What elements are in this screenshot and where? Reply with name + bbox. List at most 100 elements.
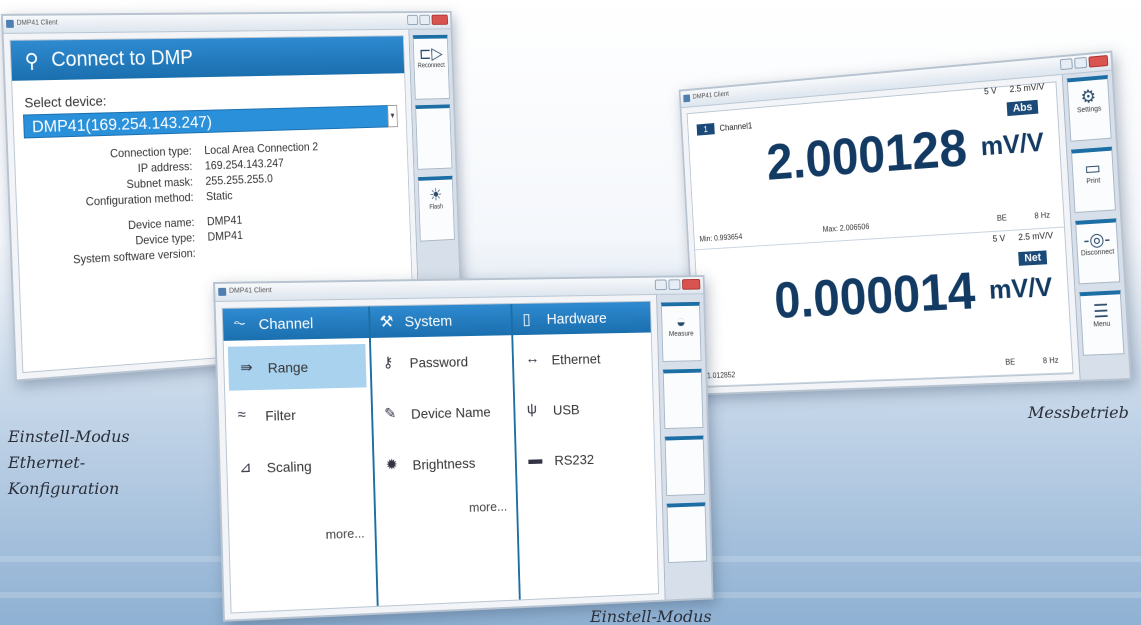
window-controls (407, 14, 449, 26)
close-button[interactable] (1088, 54, 1109, 68)
more-link[interactable]: more... (325, 526, 365, 542)
menu-sidebar: ◒ Measure (656, 294, 712, 600)
network-details: Connection type: Local Area Connection 2 … (15, 136, 409, 213)
minimize-button[interactable] (1059, 58, 1073, 71)
filter-label: BE (996, 213, 1008, 223)
caption-ethernet-config: Einstell-Modus Ethernet- Konfiguration (8, 427, 130, 498)
menu-button[interactable]: ☰ Menu (1079, 290, 1125, 356)
menu-item-ethernet[interactable]: ↔ Ethernet (514, 332, 653, 385)
app-icon (683, 94, 691, 103)
empty-button[interactable] (662, 368, 704, 430)
title-bar: DMP41 Client (2, 12, 451, 34)
window-title: DMP41 Client (229, 287, 272, 295)
selected-device: DMP41(169.254.143.247) (31, 112, 213, 137)
value-unit: mV/V (988, 271, 1054, 305)
plug-icon: ⊏▷ (418, 44, 443, 63)
app-icon (5, 19, 14, 28)
rate-label: 8 Hz (1034, 210, 1051, 221)
brightness-icon: ✹ (385, 456, 399, 474)
empty-button[interactable] (664, 435, 706, 497)
mode-badge: Net (1018, 250, 1048, 266)
key-icon: ⚷ (382, 354, 394, 372)
measurement-window: DMP41 Client 5 V 2.5 mV/V 1 Channel1 Abs 2… (678, 50, 1132, 396)
usb-icon: ⚲ (24, 50, 40, 73)
reconnect-button[interactable]: ⊏▷ Reconnect (412, 34, 450, 100)
device-details: Device name: DMP41 Device type: DMP41 Syst… (18, 204, 411, 270)
device-select[interactable]: DMP41(169.254.143.247) ▼ (23, 104, 398, 139)
filter-label: BE (1004, 357, 1016, 367)
measurement-panel: 5 V 2.5 mV/V 1 Channel1 Abs 2.000128 mV/V … (686, 81, 1074, 388)
menu-column-channel: ⏦ Channel ⇛ Range ≈ Filter ⊿ Scaling more... (222, 306, 379, 613)
channel-display[interactable]: 5 V 2.5 mV/V Net 0.000014 mV/V 1.012852 B… (695, 227, 1073, 387)
measurement-sidebar: ⚙ Settings ▭ Print -◎- Disconnect ☰ Menu (1061, 70, 1130, 380)
chevron-down-icon[interactable]: ▼ (387, 104, 398, 128)
more-link[interactable]: more... (469, 499, 507, 515)
caption-measurement: Messbetrieb (1028, 403, 1129, 422)
measure-button[interactable]: ◒ Measure (660, 301, 702, 362)
menu-item-password[interactable]: ⚷ Password (371, 335, 514, 389)
menu-item-scaling[interactable]: ⊿ Scaling (227, 439, 373, 495)
minimize-button[interactable] (407, 14, 419, 26)
menu-item-range[interactable]: ⇛ Range (227, 343, 367, 391)
max-value: Max: 2.006506 (822, 222, 870, 234)
empty-button[interactable] (666, 502, 708, 564)
maximize-button[interactable] (668, 279, 681, 290)
close-button[interactable] (431, 14, 449, 25)
hardware-icon: ▯ (522, 311, 531, 329)
channel-icon: ⏦ (232, 314, 247, 332)
column-header: ▯ Hardware (512, 301, 651, 336)
gear-icon: ⚙ (1080, 86, 1097, 108)
connect-title: Connect to DMP (50, 46, 194, 72)
app-icon (218, 287, 227, 296)
menu-item-usb[interactable]: ψ USB (515, 382, 654, 436)
rate-label: 8 Hz (1042, 355, 1059, 366)
menu-item-filter[interactable]: ≈ Filter (225, 387, 371, 442)
min-value: 1.012852 (706, 370, 736, 381)
gauge-icon: ◒ (675, 311, 687, 332)
window-controls (654, 278, 701, 291)
caption-settings-mode: Einstell-Modus (590, 607, 712, 625)
min-value: Min: 0.993654 (699, 232, 743, 244)
range-icon: ⇛ (239, 359, 253, 377)
window-controls (1059, 54, 1109, 71)
menu-item-device-name[interactable]: ✎ Device Name (372, 386, 514, 441)
flash-icon: ☀ (428, 185, 443, 205)
scaling-icon: ⊿ (238, 458, 252, 477)
window-title: DMP41 Client (692, 90, 730, 101)
ethernet-icon: ↔ (525, 350, 540, 367)
measured-value: 0.000014 (772, 261, 977, 330)
settings-button[interactable]: ⚙ Settings (1066, 74, 1112, 142)
value-unit: mV/V (979, 127, 1045, 162)
tag-icon: ✎ (384, 405, 397, 423)
print-button[interactable]: ▭ Print (1070, 146, 1116, 214)
column-header: ⏦ Channel (222, 306, 369, 341)
maximize-button[interactable] (1074, 56, 1088, 69)
serial-icon: ▬ (528, 451, 543, 468)
menu-item-rs232[interactable]: ▬ RS232 (516, 432, 655, 487)
channel-number: 1 (696, 123, 715, 136)
disconnect-icon: -◎- (1082, 228, 1111, 251)
channel-settings-info: 5 V 2.5 mV/V (992, 230, 1054, 244)
menu-icon: ☰ (1092, 300, 1110, 322)
maximize-button[interactable] (419, 14, 431, 25)
flash-button[interactable]: ☀ Flash (417, 175, 455, 242)
settings-menu: ⏦ Channel ⇛ Range ≈ Filter ⊿ Scaling more...… (221, 300, 660, 614)
measured-value: 2.000128 (765, 118, 969, 192)
filter-icon: ≈ (237, 406, 247, 424)
title-bar: DMP41 Client (215, 277, 704, 302)
channel-name: Channel1 (719, 120, 753, 133)
empty-button[interactable] (415, 104, 453, 170)
menu-column-system: ⚒ System ⚷ Password ✎ Device Name ✹ Brightne… (369, 304, 522, 606)
monitor-icon: ▭ (1083, 157, 1102, 179)
menu-item-brightness[interactable]: ✹ Brightness (374, 436, 516, 491)
connect-header: ⚲ Connect to DMP (10, 36, 405, 81)
window-title: DMP41 Client (16, 19, 58, 27)
channel-display[interactable]: 5 V 2.5 mV/V 1 Channel1 Abs 2.000128 mV/V … (687, 81, 1065, 251)
channel-label: 1 Channel1 (696, 120, 753, 136)
channel-settings-info: 5 V 2.5 mV/V (983, 81, 1045, 97)
disconnect-button[interactable]: -◎- Disconnect (1075, 218, 1121, 285)
minimize-button[interactable] (654, 279, 667, 291)
menu-column-hardware: ▯ Hardware ↔ Ethernet ψ USB ▬ RS232 (512, 301, 659, 600)
column-header: ⚒ System (369, 304, 512, 338)
close-button[interactable] (682, 278, 701, 290)
